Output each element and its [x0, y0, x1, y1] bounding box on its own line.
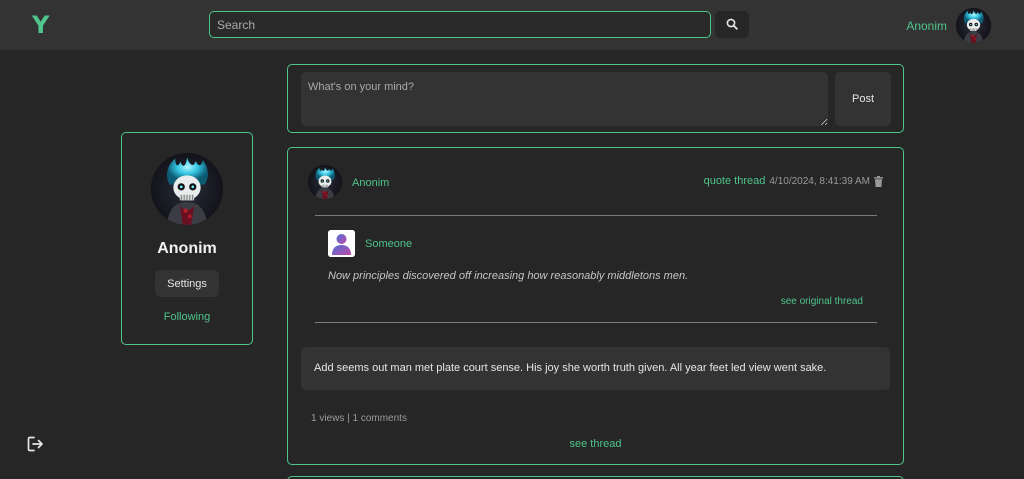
thread-body: Add seems out man met plate court sense.…	[301, 347, 890, 390]
quote-divider-bottom	[315, 322, 877, 323]
search-input[interactable]	[209, 11, 711, 38]
trash-icon[interactable]	[874, 176, 883, 187]
settings-button[interactable]: Settings	[155, 270, 219, 297]
composer-input[interactable]	[301, 72, 828, 126]
post-button[interactable]: Post	[835, 72, 891, 126]
user-placeholder-icon	[328, 230, 355, 257]
app-logo[interactable]: Y	[32, 12, 49, 38]
thread-type-label: quote thread	[703, 175, 766, 187]
thread-author-avatar[interactable]	[308, 165, 342, 199]
see-original-thread-link[interactable]: see original thread	[781, 296, 863, 308]
search-icon	[726, 18, 738, 30]
profile-card: Anonim Settings Following	[121, 132, 253, 345]
logout-icon	[27, 436, 43, 452]
see-thread-link[interactable]: see thread	[288, 438, 903, 451]
following-link[interactable]: Following	[122, 311, 252, 324]
logout-button[interactable]	[26, 435, 44, 453]
quoted-author-name[interactable]: Someone	[365, 238, 412, 251]
thread-meta: quote thread 4/10/2024, 8:41:39 AM	[704, 175, 883, 188]
quote-divider-top	[315, 215, 877, 216]
thread-composer: Post	[287, 64, 904, 133]
thread-card: Anonim quote thread 4/10/2024, 8:41:39 A…	[287, 147, 904, 465]
quoted-author-avatar[interactable]	[328, 230, 355, 257]
top-bar: Y Anonim	[0, 0, 1024, 50]
thread-timestamp: 4/10/2024, 8:41:39 AM	[769, 175, 870, 187]
search-button[interactable]	[715, 11, 749, 38]
thread-stats: 1 views | 1 comments	[311, 413, 407, 424]
profile-avatar[interactable]	[151, 153, 223, 225]
header-avatar[interactable]	[956, 8, 991, 43]
profile-name: Anonim	[157, 240, 217, 257]
header-username[interactable]: Anonim	[880, 19, 947, 33]
thread-author-name[interactable]: Anonim	[352, 177, 389, 190]
quoted-text: Now principles discovered off increasing…	[328, 270, 689, 282]
